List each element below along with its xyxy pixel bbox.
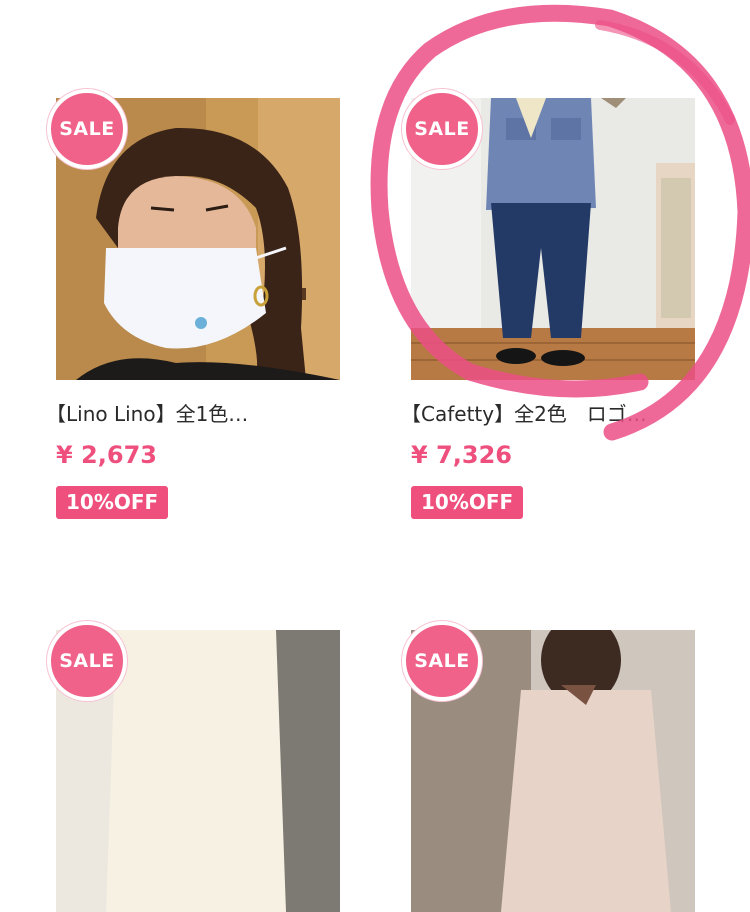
discount-badge: 10%OFF bbox=[56, 486, 169, 519]
product-name[interactable]: 【Lino Lino】全1色… bbox=[46, 398, 342, 427]
product-name[interactable]: 【Cafetty】全2色 ロゴ… bbox=[401, 398, 697, 427]
product-price: ¥ 2,673 bbox=[56, 441, 157, 469]
sale-badge: SALE bbox=[47, 621, 127, 701]
product-price: ¥ 7,326 bbox=[411, 441, 512, 469]
discount-badge: 10%OFF bbox=[411, 486, 524, 519]
sale-badge: SALE bbox=[402, 89, 482, 169]
sale-badge: SALE bbox=[402, 621, 482, 701]
sale-badge: SALE bbox=[47, 89, 127, 169]
